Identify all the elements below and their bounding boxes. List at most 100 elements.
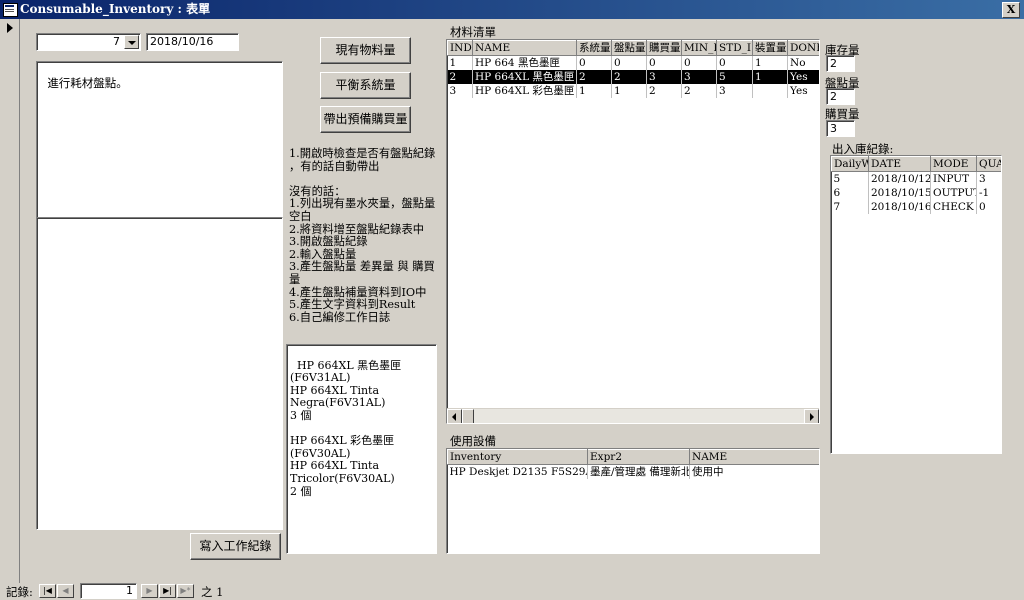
table-cell[interactable] — [752, 84, 788, 98]
new-record-button[interactable]: ▶* — [177, 584, 194, 598]
materials-header-cell[interactable]: 盤點量 — [611, 40, 647, 56]
materials-grid[interactable]: INDINAME系統量盤點量購買量MIN_ISTD_I裝置量DONE 1HP 6… — [446, 39, 820, 424]
date-field[interactable]: 2018/10/16 — [146, 33, 239, 51]
table-cell[interactable]: 0 — [646, 55, 682, 70]
io-header-row: DailyW DATE MODE QUA — [831, 156, 1001, 172]
io-header-cell[interactable]: DATE — [868, 156, 931, 172]
table-row[interactable]: 1 HP 664 黑色墨匣 0 0 0 0 0 1 No — [447, 55, 819, 70]
table-cell[interactable]: 3 — [716, 84, 753, 98]
scroll-thumb[interactable] — [462, 409, 474, 423]
current-stock-button[interactable]: 現有物料量 — [320, 37, 411, 64]
table-cell[interactable]: 3 — [681, 70, 717, 84]
table-cell[interactable]: 2018/10/16 — [868, 200, 931, 214]
materials-header-cell[interactable]: 系統量 — [576, 40, 612, 56]
table-cell[interactable]: INPUT — [930, 171, 977, 186]
devices-header-cell[interactable]: Inventory — [447, 449, 588, 465]
table-cell[interactable]: OUTPUT — [930, 186, 977, 200]
table-cell[interactable]: 2 — [646, 84, 682, 98]
io-header-cell[interactable]: DailyW — [831, 156, 869, 172]
table-cell[interactable]: CHECK — [930, 200, 977, 214]
table-row[interactable]: 2 HP 664XL 黑色墨匣 2 2 3 3 5 1 Yes — [447, 70, 819, 84]
table-cell[interactable]: 0 — [576, 55, 612, 70]
table-cell[interactable]: HP 664 黑色墨匣 — [472, 55, 577, 70]
table-cell[interactable]: 2 — [576, 70, 612, 84]
combo-dropdown-button[interactable] — [124, 35, 139, 49]
table-cell[interactable]: 3 — [976, 171, 1001, 186]
last-record-button[interactable]: ▶| — [159, 584, 176, 598]
table-cell[interactable]: 2 — [611, 70, 647, 84]
purchase-field[interactable]: 3 — [826, 120, 855, 137]
table-cell[interactable]: HP 664XL 彩色墨匣 — [472, 84, 577, 98]
materials-header-cell[interactable]: STD_I — [716, 40, 753, 56]
table-cell[interactable]: 2018/10/15 — [868, 186, 931, 200]
current-record-value: 1 — [126, 584, 133, 597]
table-row[interactable]: 3 HP 664XL 彩色墨匣 1 1 2 2 3 Yes — [447, 84, 819, 98]
table-row[interactable]: 7 2018/10/16 CHECK 0 — [831, 200, 1001, 214]
materials-header-cell[interactable]: MIN_I — [681, 40, 717, 56]
current-record-arrow-icon — [7, 23, 13, 33]
table-row[interactable]: HP Deskjet D2135 F5S29A 墨產/管理處 備理新北 使用中 — [447, 464, 819, 479]
table-cell[interactable]: HP Deskjet D2135 F5S29A — [447, 464, 588, 479]
count-value: 2 — [830, 90, 837, 103]
table-cell[interactable]: 2 — [681, 84, 717, 98]
materials-label: 材料清單 — [450, 25, 496, 39]
materials-header-cell[interactable]: 裝置量 — [752, 40, 788, 56]
count-field[interactable]: 2 — [826, 88, 855, 105]
record-combo[interactable]: 7 — [36, 33, 141, 51]
table-cell[interactable]: 2018/10/12 — [868, 171, 931, 186]
materials-header-cell[interactable]: 購買量 — [646, 40, 682, 56]
record-selector[interactable] — [0, 19, 20, 583]
table-cell[interactable]: Yes — [787, 84, 819, 98]
table-cell[interactable]: -1 — [976, 186, 1001, 200]
write-log-button[interactable]: 寫入工作紀錄 — [190, 533, 281, 560]
table-cell[interactable]: Yes — [787, 70, 819, 84]
devices-header-cell[interactable]: NAME — [689, 449, 819, 465]
table-cell[interactable]: 1 — [611, 84, 647, 98]
table-cell[interactable]: 0 — [681, 55, 717, 70]
io-header-cell[interactable]: QUA — [976, 156, 1001, 172]
devices-header-cell[interactable]: Expr2 — [587, 449, 690, 465]
stock-field[interactable]: 2 — [826, 55, 855, 72]
arrow-left-icon — [452, 413, 456, 421]
first-record-button[interactable]: |◀ — [39, 584, 56, 598]
io-header-cell[interactable]: MODE — [930, 156, 977, 172]
result-memo[interactable]: HP 664XL 黑色墨匣 (F6V31AL) HP 664XL Tinta N… — [286, 344, 437, 554]
devices-grid[interactable]: Inventory Expr2 NAME HP Deskjet D2135 F5S2… — [446, 448, 820, 554]
balance-system-button[interactable]: 平衡系統量 — [320, 72, 411, 99]
bring-purchase-button[interactable]: 帶出預備購買量 — [320, 106, 411, 133]
table-cell[interactable]: 3 — [447, 84, 473, 98]
table-cell[interactable]: 0 — [611, 55, 647, 70]
work-log-memo[interactable] — [36, 217, 283, 530]
table-cell[interactable]: 7 — [831, 200, 869, 214]
table-row[interactable]: 5 2018/10/12 INPUT 3 — [831, 171, 1001, 186]
table-cell[interactable]: HP 664XL 黑色墨匣 — [472, 70, 577, 84]
table-cell[interactable]: 0 — [976, 200, 1001, 214]
table-cell[interactable]: 2 — [447, 70, 473, 84]
scroll-right-button[interactable] — [804, 409, 819, 423]
table-cell[interactable]: 5 — [716, 70, 753, 84]
table-cell[interactable]: 3 — [646, 70, 682, 84]
table-cell[interactable]: 1 — [576, 84, 612, 98]
materials-header-cell[interactable]: DONE — [787, 40, 819, 56]
table-cell[interactable]: 墨產/管理處 備理新北 — [587, 464, 690, 479]
table-cell[interactable]: 1 — [752, 70, 788, 84]
io-records-grid[interactable]: DailyW DATE MODE QUA 5 2018/10/12 INPUT 3 6 2018… — [830, 155, 1002, 454]
purchase-value: 3 — [830, 122, 837, 135]
close-button[interactable]: X — [1002, 2, 1020, 18]
table-cell[interactable]: 1 — [447, 55, 473, 70]
prev-record-button[interactable]: ◀ — [57, 584, 74, 598]
materials-header-cell[interactable]: NAME — [472, 40, 577, 56]
table-cell[interactable]: 5 — [831, 171, 869, 186]
table-cell[interactable]: No — [787, 55, 819, 70]
next-record-button[interactable]: ▶ — [141, 584, 158, 598]
table-cell[interactable]: 使用中 — [689, 464, 819, 479]
materials-header-cell[interactable]: INDI — [447, 40, 473, 56]
materials-hscrollbar[interactable] — [447, 408, 819, 423]
table-cell[interactable]: 6 — [831, 186, 869, 200]
table-cell[interactable]: 1 — [752, 55, 788, 70]
date-value: 2018/10/16 — [150, 35, 214, 48]
current-record-field[interactable]: 1 — [80, 583, 137, 599]
table-cell[interactable]: 0 — [716, 55, 753, 70]
scroll-left-button[interactable] — [447, 409, 462, 423]
table-row[interactable]: 6 2018/10/15 OUTPUT -1 — [831, 186, 1001, 200]
